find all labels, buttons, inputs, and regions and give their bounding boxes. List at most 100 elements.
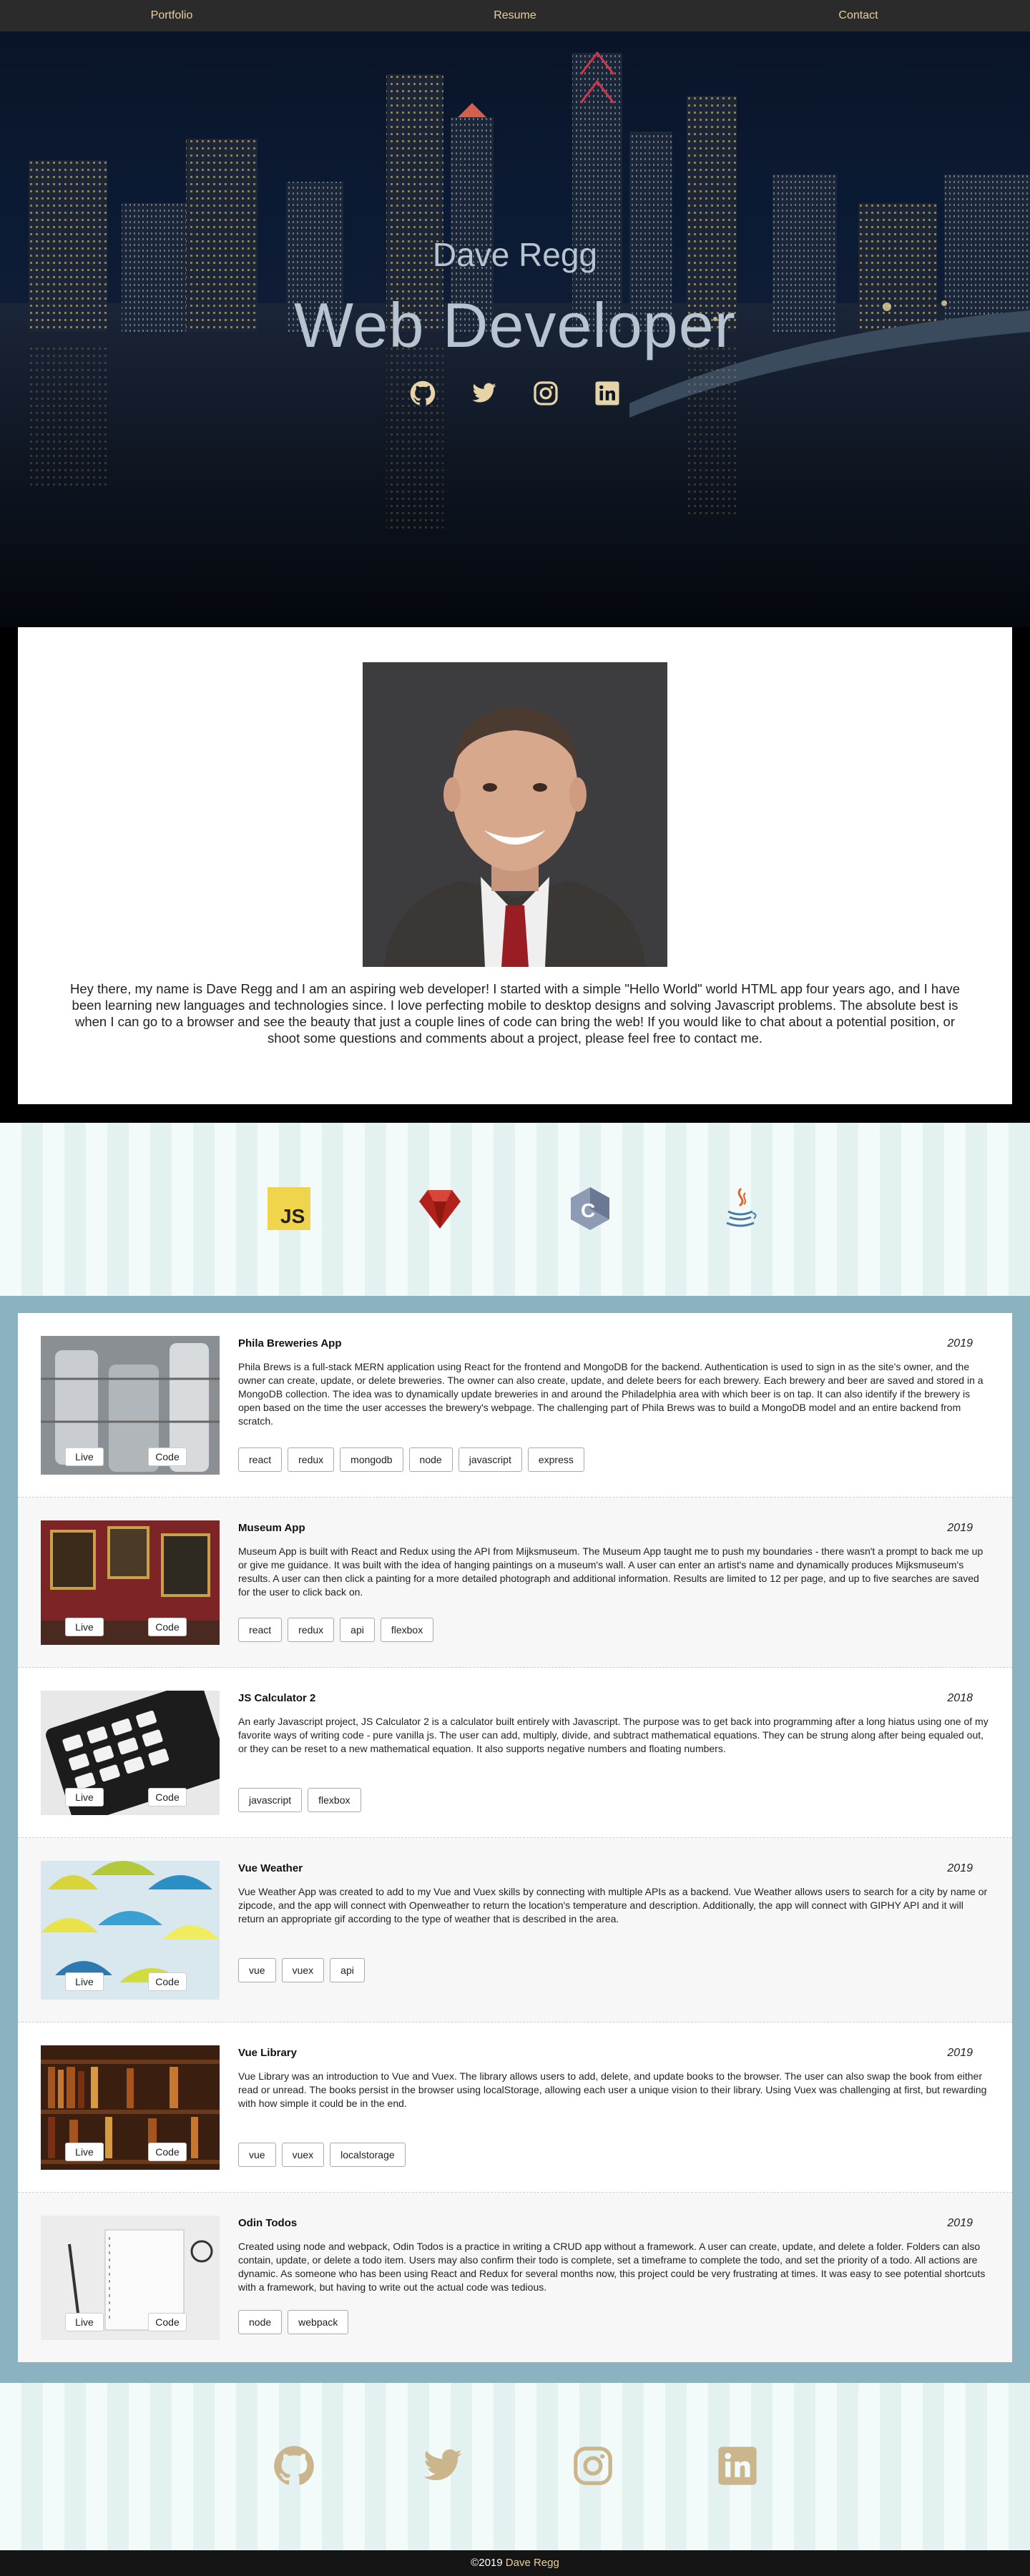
- tag: mongodb: [340, 1447, 403, 1472]
- project-card: Live Code Vue Weather 2019 Vue Weather A…: [18, 1838, 1012, 2022]
- project-thumbnail: Live Code: [41, 2045, 220, 2170]
- svg-text:C: C: [581, 1199, 595, 1221]
- tag: redux: [288, 1618, 335, 1642]
- code-button[interactable]: Code: [148, 2313, 187, 2331]
- tag: vue: [238, 2143, 276, 2167]
- tag: react: [238, 1447, 283, 1472]
- project-card: Live Code Phila Breweries App 2019 Phila…: [18, 1313, 1012, 1498]
- project-card: Live Code Odin Todos 2019 Created using …: [18, 2193, 1012, 2362]
- hero-title: Web Developer: [294, 290, 736, 360]
- project-title: Vue Weather: [238, 1862, 303, 1874]
- project-tags: vue vuex api: [238, 1958, 365, 1982]
- github-icon[interactable]: [273, 2445, 315, 2487]
- project-description: Vue Library was an introduction to Vue a…: [238, 2070, 987, 2109]
- tag: redux: [288, 1447, 335, 1472]
- nav-portfolio[interactable]: Portfolio: [0, 9, 343, 22]
- tag: localstorage: [330, 2143, 406, 2167]
- code-button[interactable]: Code: [148, 1972, 187, 1991]
- instagram-icon[interactable]: [572, 2445, 614, 2487]
- project-description: Vue Weather App was created to add to my…: [238, 1886, 988, 1924]
- projects-list: Live Code Phila Breweries App 2019 Phila…: [18, 1313, 1012, 2362]
- twitter-icon[interactable]: [471, 380, 497, 406]
- linkedin-icon[interactable]: [594, 380, 620, 406]
- code-button[interactable]: Code: [148, 1447, 187, 1466]
- ruby-icon: [418, 1186, 462, 1232]
- about-text: Hey there, my name is Dave Regg and I am…: [70, 981, 960, 1046]
- project-description: Phila Brews is a full-stack MERN applica…: [238, 1361, 984, 1427]
- footer: ©2019 Dave Regg: [0, 2550, 1030, 2576]
- twitter-icon[interactable]: [422, 2445, 464, 2487]
- java-icon: [718, 1186, 762, 1232]
- code-button[interactable]: Code: [148, 1788, 187, 1806]
- tag: react: [238, 1618, 283, 1642]
- tag: vuex: [281, 1958, 325, 1982]
- top-nav: Portfolio Resume Contact: [0, 0, 1030, 31]
- github-icon[interactable]: [410, 380, 436, 406]
- hero-social-icons: [0, 380, 1030, 406]
- footer-name: Dave Regg: [505, 2557, 559, 2569]
- hero-banner: Dave Regg Web Developer: [0, 31, 1030, 627]
- tag: flexbox: [308, 1788, 361, 1812]
- linkedin-icon[interactable]: [717, 2445, 758, 2487]
- tag: javascript: [458, 1447, 522, 1472]
- project-year: 2019: [947, 1862, 973, 1874]
- tag: node: [408, 1447, 453, 1472]
- tag: node: [238, 2310, 283, 2334]
- tag: api: [330, 1958, 365, 1982]
- project-year: 2019: [947, 2047, 973, 2059]
- live-button[interactable]: Live: [65, 2143, 104, 2161]
- tag: flexbox: [380, 1618, 434, 1642]
- live-button[interactable]: Live: [65, 1972, 104, 1991]
- project-year: 2018: [947, 1692, 973, 1704]
- project-tags: vue vuex localstorage: [238, 2143, 406, 2167]
- footer-copyright: ©2019: [471, 2557, 503, 2569]
- tag: api: [340, 1618, 375, 1642]
- project-year: 2019: [947, 1522, 973, 1534]
- code-button[interactable]: Code: [148, 2143, 187, 2161]
- tag: javascript: [238, 1788, 303, 1812]
- project-tags: react redux api flexbox: [238, 1618, 434, 1642]
- javascript-icon: JS: [268, 1186, 312, 1232]
- project-thumbnail: Live Code: [41, 1691, 220, 1815]
- social-section: [0, 2383, 1030, 2550]
- project-title: Phila Breweries App: [238, 1337, 342, 1350]
- project-description: An early Javascript project, JS Calculat…: [238, 1716, 989, 1754]
- project-title: Vue Library: [238, 2047, 297, 2059]
- project-year: 2019: [947, 1337, 973, 1350]
- hero-name: Dave Regg: [432, 236, 598, 273]
- c-icon: C: [568, 1186, 612, 1232]
- project-title: Museum App: [238, 1522, 305, 1534]
- project-description: Created using node and webpack, Odin Tod…: [238, 2241, 986, 2293]
- project-title: JS Calculator 2: [238, 1692, 316, 1704]
- skills-section: JS C: [0, 1123, 1030, 1296]
- project-thumbnail: Live Code: [41, 1336, 220, 1475]
- project-card: Live Code JS Calculator 2 2018 An early …: [18, 1668, 1012, 1838]
- tag: vue: [238, 1958, 276, 1982]
- live-button[interactable]: Live: [65, 1788, 104, 1806]
- tag: express: [527, 1447, 584, 1472]
- svg-text:JS: JS: [280, 1205, 305, 1227]
- nav-contact[interactable]: Contact: [687, 9, 1030, 22]
- project-thumbnail: Live Code: [41, 2216, 220, 2340]
- live-button[interactable]: Live: [65, 1447, 104, 1466]
- about-section: Hey there, my name is Dave Regg and I am…: [0, 627, 1030, 1123]
- project-card: Live Code Museum App 2019 Museum App is …: [18, 1498, 1012, 1668]
- project-thumbnail: Live Code: [41, 1861, 220, 2000]
- project-card: Live Code Vue Library 2019 Vue Library w…: [18, 2022, 1012, 2193]
- about-card: Hey there, my name is Dave Regg and I am…: [18, 627, 1012, 1104]
- project-tags: react redux mongodb node javascript expr…: [238, 1447, 584, 1472]
- live-button[interactable]: Live: [65, 2313, 104, 2331]
- projects-section: Live Code Phila Breweries App 2019 Phila…: [0, 1296, 1030, 2383]
- instagram-icon[interactable]: [533, 380, 559, 406]
- live-button[interactable]: Live: [65, 1618, 104, 1636]
- profile-photo: [363, 662, 667, 967]
- tag: webpack: [288, 2310, 349, 2334]
- tag: vuex: [281, 2143, 325, 2167]
- project-year: 2019: [947, 2217, 973, 2229]
- project-description: Museum App is built with React and Redux…: [238, 1545, 984, 1598]
- project-thumbnail: Live Code: [41, 1520, 220, 1645]
- code-button[interactable]: Code: [148, 1618, 187, 1636]
- project-tags: javascript flexbox: [238, 1788, 361, 1812]
- project-tags: node webpack: [238, 2310, 349, 2334]
- nav-resume[interactable]: Resume: [343, 9, 687, 22]
